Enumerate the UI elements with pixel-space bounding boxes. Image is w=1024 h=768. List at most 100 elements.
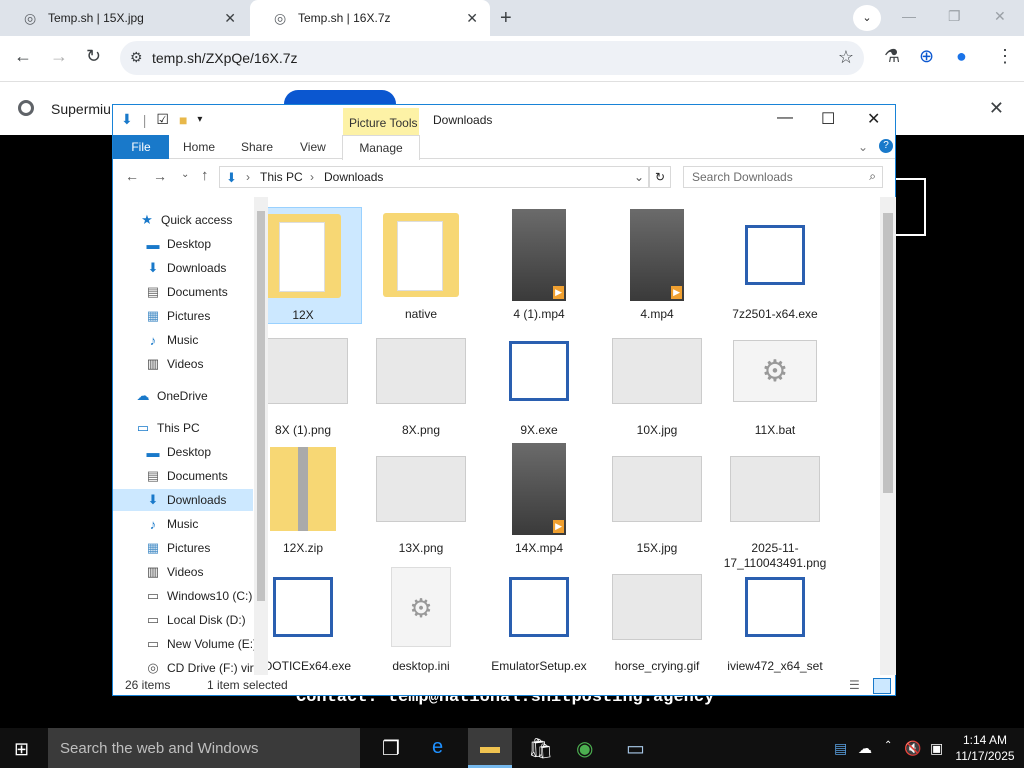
close-window-icon[interactable]: ✕ — [994, 8, 1006, 25]
explorer-address-bar[interactable]: ⬇ › This PC › Downloads ⌄ — [219, 166, 649, 188]
content-scrollbar-thumb[interactable] — [883, 213, 893, 493]
up-arrow-icon[interactable]: ↑ — [201, 167, 209, 184]
nav-item-downloads[interactable]: ⬇Downloads📌 — [145, 257, 268, 279]
refresh-icon[interactable]: ↻ — [649, 166, 671, 188]
nav-item-documents[interactable]: ▤ Documents — [145, 465, 268, 487]
maximize-icon[interactable]: ☐ — [821, 109, 835, 129]
close-icon[interactable]: ✕ — [867, 109, 880, 129]
file-explorer-taskbar-button[interactable]: ▬ — [468, 728, 512, 768]
file-item[interactable]: EmulatorSetup.ex — [480, 559, 598, 674]
store-icon[interactable]: 🛍 — [528, 736, 553, 761]
close-tab-icon[interactable]: ✕ — [466, 10, 478, 27]
breadcrumb-downloads[interactable]: Downloads — [324, 170, 383, 184]
file-item[interactable]: 12X — [268, 207, 362, 324]
expand-ribbon-icon[interactable]: ⌄ — [858, 140, 868, 154]
forward-icon[interactable]: → — [50, 46, 68, 67]
nav-item-downloads[interactable]: ⬇ Downloads — [113, 489, 253, 511]
nav-item-videos[interactable]: ▥ Videos — [145, 561, 268, 583]
tab-search-icon[interactable]: ⌄ — [853, 5, 881, 31]
tab-view[interactable]: View — [300, 140, 326, 154]
new-folder-icon[interactable]: ■ — [179, 112, 187, 128]
nav-item-onedrive[interactable]: ☁ OneDrive — [135, 385, 268, 407]
bookmark-star-icon[interactable]: ☆ — [838, 47, 854, 68]
menu-kebab-icon[interactable]: ⋮ — [996, 46, 1014, 67]
breadcrumb-this-pc[interactable]: This PC — [260, 170, 303, 184]
file-item[interactable]: ▶ 4 (1).mp4 — [480, 207, 598, 322]
task-view-icon[interactable]: ❐ — [382, 736, 400, 761]
address-bar[interactable]: ⚙ temp.sh/ZXpQe/16X.7z ☆ — [120, 41, 864, 75]
file-item[interactable]: ▶ 14X.mp4 — [480, 441, 598, 556]
tab-file[interactable]: File — [113, 135, 169, 159]
taskbar-search-box[interactable]: Search the web and Windows — [48, 728, 360, 768]
browser-tab-2-active[interactable]: ◎ Temp.sh | 16X.7z ✕ — [250, 0, 490, 36]
close-tab-icon[interactable]: ✕ — [224, 10, 236, 27]
address-dropdown-icon[interactable]: ⌄ — [634, 170, 644, 184]
nav-item-videos[interactable]: ▥ Videos — [145, 353, 268, 375]
file-item[interactable]: ⚙ 11X.bat — [716, 323, 834, 438]
file-item[interactable]: BOOTICEx64.exe — [268, 559, 362, 674]
help-icon[interactable]: ? — [879, 139, 893, 153]
tab-share[interactable]: Share — [241, 140, 273, 154]
nav-scrollbar-thumb[interactable] — [257, 211, 265, 601]
forward-arrow-icon[interactable]: → — [153, 168, 167, 184]
file-item[interactable]: horse_crying.gif — [598, 559, 716, 674]
profile-icon[interactable]: ● — [956, 46, 967, 67]
chrome-icon[interactable]: ◉ — [576, 736, 593, 761]
nav-item-this-pc[interactable]: ▭ This PC — [135, 417, 268, 439]
volume-muted-icon[interactable]: 🔇 — [904, 740, 921, 757]
file-item[interactable]: 8X (1).png — [268, 323, 362, 438]
minimize-icon[interactable]: — — [902, 8, 916, 24]
browser-tab-1[interactable]: ◎ Temp.sh | 15X.jpg ✕ — [0, 0, 248, 36]
nav-item-music[interactable]: ♪ Music — [145, 513, 268, 535]
restore-icon[interactable]: ❐ — [948, 8, 961, 25]
nav-item-new-volume-e[interactable]: ▭ New Volume (E:) — [145, 633, 268, 655]
nav-item-documents[interactable]: ▤Documents📌 — [145, 281, 268, 303]
new-tab-icon[interactable]: + — [500, 7, 512, 30]
close-icon[interactable]: ✕ — [989, 98, 1004, 119]
file-item[interactable]: ⚙ desktop.ini — [362, 559, 480, 674]
nav-item-local-disk-d[interactable]: ▭ Local Disk (D:) — [145, 609, 268, 631]
file-item[interactable]: ▶ 4.mp4 — [598, 207, 716, 322]
edge-icon[interactable]: e — [432, 736, 443, 759]
site-info-icon[interactable]: ⚙ — [130, 49, 143, 66]
labs-flask-icon[interactable]: ⚗ — [884, 46, 900, 67]
nav-item-pictures[interactable]: ▦Pictures📌 — [145, 305, 268, 327]
file-item[interactable]: 2025-11-17_110043491.png — [716, 441, 834, 571]
windows-start-icon[interactable]: ⊞ — [14, 739, 29, 760]
file-item[interactable]: 9X.exe — [480, 323, 598, 438]
file-item[interactable]: 15X.jpg — [598, 441, 716, 556]
recent-locations-icon[interactable]: ⌄ — [181, 169, 189, 180]
network-tray-icon[interactable]: ▤ — [834, 740, 847, 757]
download-icon[interactable]: ⊕ — [919, 46, 934, 67]
file-item[interactable]: 13X.png — [362, 441, 480, 556]
file-item[interactable]: native — [362, 207, 480, 322]
nav-item-quick-access[interactable]: ★ Quick access — [139, 209, 268, 231]
action-center-icon[interactable]: ▣ — [930, 740, 943, 757]
nav-item-desktop[interactable]: ▬ Desktop — [145, 441, 268, 463]
reload-icon[interactable]: ↻ — [86, 46, 101, 67]
large-icons-view-icon[interactable] — [873, 678, 891, 694]
taskbar-clock[interactable]: 1:14 AM 11/17/2025 — [950, 732, 1020, 764]
nav-item-cd-drive-f-virt[interactable]: ◎ CD Drive (F:) virt — [145, 657, 268, 675]
file-item[interactable]: 10X.jpg — [598, 323, 716, 438]
show-hidden-icons-icon[interactable]: ⌃ — [884, 740, 892, 751]
app-window-icon[interactable]: ▭ — [626, 736, 645, 761]
file-item[interactable]: 12X.zip — [268, 441, 362, 556]
nav-item-desktop[interactable]: ▬Desktop📌 — [145, 233, 268, 255]
tab-home[interactable]: Home — [183, 140, 215, 154]
minimize-icon[interactable]: — — [777, 109, 793, 127]
properties-icon[interactable]: ☑ — [156, 111, 169, 128]
file-item[interactable]: 7z2501-x64.exe — [716, 207, 834, 322]
nav-item-pictures[interactable]: ▦ Pictures — [145, 537, 268, 559]
file-item[interactable]: iview472_x64_set — [716, 559, 834, 674]
tab-manage[interactable]: Manage — [342, 135, 420, 160]
customize-chevron-icon[interactable]: ▾ — [197, 114, 202, 125]
file-item[interactable]: 8X.png — [362, 323, 480, 438]
back-icon[interactable]: ← — [14, 46, 32, 67]
nav-item-music[interactable]: ♪ Music — [145, 329, 268, 351]
details-view-icon[interactable]: ☰ — [849, 678, 860, 692]
search-downloads-input[interactable]: Search Downloads ⌕ — [683, 166, 883, 188]
nav-item-windows10-c[interactable]: ▭ Windows10 (C:) — [145, 585, 268, 607]
back-arrow-icon[interactable]: ← — [125, 168, 139, 184]
cloud-tray-icon[interactable]: ☁ — [858, 740, 872, 757]
